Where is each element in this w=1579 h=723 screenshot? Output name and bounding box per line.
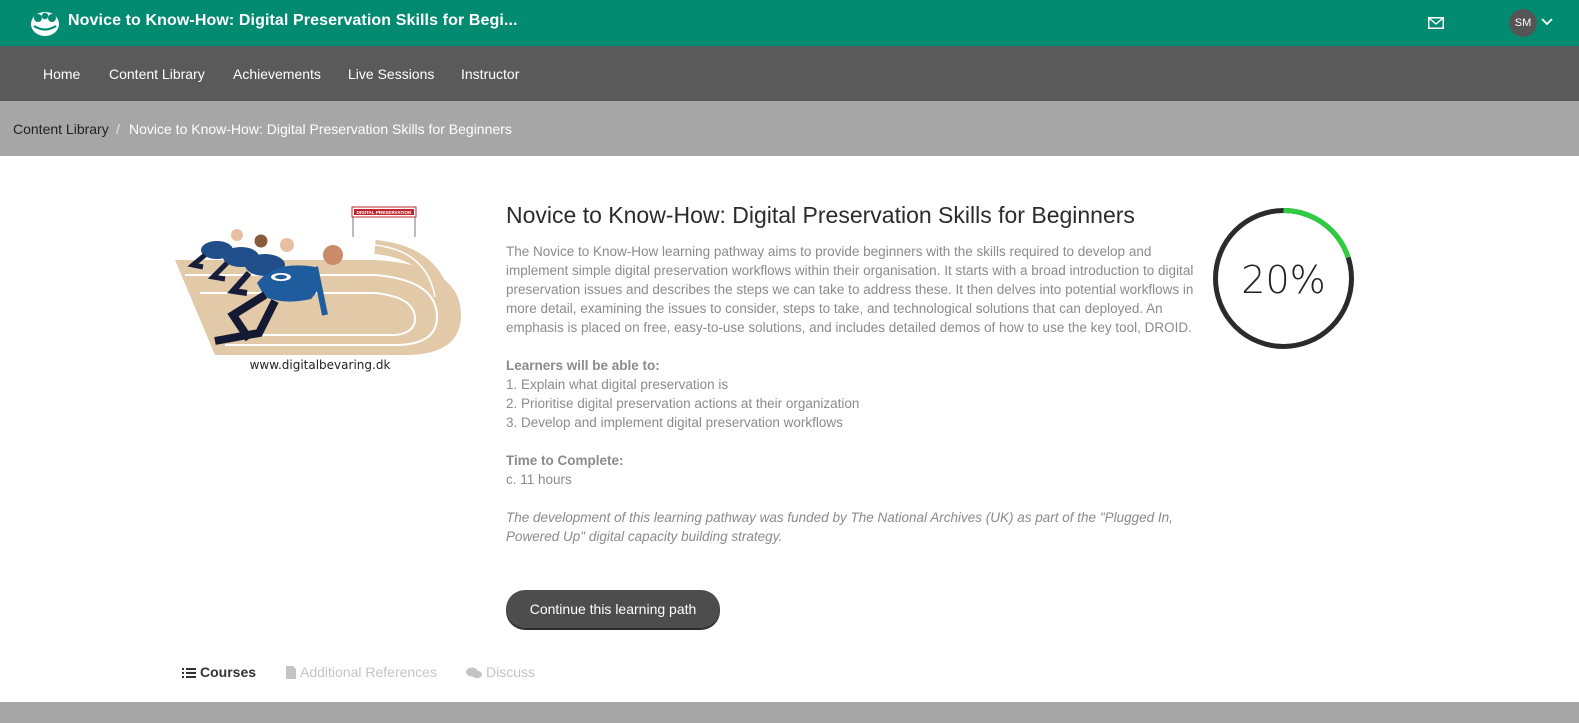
hero-caption: www.digitalbevaring.dk [250,358,391,372]
course-title: Novice to Know-How: Digital Preservation… [506,202,1135,228]
tab-additional-references[interactable]: Additional References [286,664,437,680]
hero-sign-text: DIGITAL PRESERVATION [357,210,412,215]
course-description-block: The Novice to Know-How learning pathway … [506,242,1196,546]
learners-label: Learners will be able to: [506,358,660,373]
continue-learning-path-button[interactable]: Continue this learning path [506,590,720,628]
breadcrumb-current: Novice to Know-How: Digital Preservation… [129,121,512,137]
comments-icon [466,667,482,679]
logo-icon[interactable] [30,9,60,37]
breadcrumb-separator: / [116,121,120,137]
nav-achievements[interactable]: Achievements [233,66,321,82]
nav-instructor[interactable]: Instructor [461,66,519,82]
outcome-item: 1. Explain what digital preservation is [506,377,729,392]
outcome-item: 2. Prioritise digital preservation actio… [506,396,860,411]
breadcrumb-content-library[interactable]: Content Library [13,121,109,137]
progress-ring: 20% [1213,208,1354,349]
nav-content-library[interactable]: Content Library [109,66,205,82]
nav-live-sessions[interactable]: Live Sessions [348,66,434,82]
list-icon [182,668,196,678]
progress-percent: 20% [1241,258,1325,302]
tab-discuss[interactable]: Discuss [466,664,535,680]
time-value: c. 11 hours [506,472,572,487]
course-description: The Novice to Know-How learning pathway … [506,244,1194,335]
tab-courses[interactable]: Courses [182,664,256,680]
mail-icon[interactable] [1428,17,1444,29]
tab-discuss-label: Discuss [486,664,536,680]
time-label: Time to Complete: [506,453,624,468]
top-header: Novice to Know-How: Digital Preservation… [0,0,1579,46]
chevron-down-icon[interactable] [1541,18,1553,26]
app-title: Novice to Know-How: Digital Preservation… [68,12,518,29]
outcome-item: 3. Develop and implement digital preserv… [506,415,843,430]
tab-courses-label: Courses [200,664,257,680]
course-hero-image: DIGITAL PRESERVATION www.digitalbevaring… [175,206,461,372]
user-avatar[interactable]: SM [1509,9,1537,37]
main-nav: Home Content Library Achievements Live S… [0,46,1579,101]
document-icon [286,666,296,679]
breadcrumb: Content Library / Novice to Know-How: Di… [0,101,1579,156]
tab-references-label: Additional References [300,664,437,680]
footer-bar [0,702,1579,723]
funding-note: The development of this learning pathway… [506,510,1173,544]
nav-home[interactable]: Home [43,66,80,82]
